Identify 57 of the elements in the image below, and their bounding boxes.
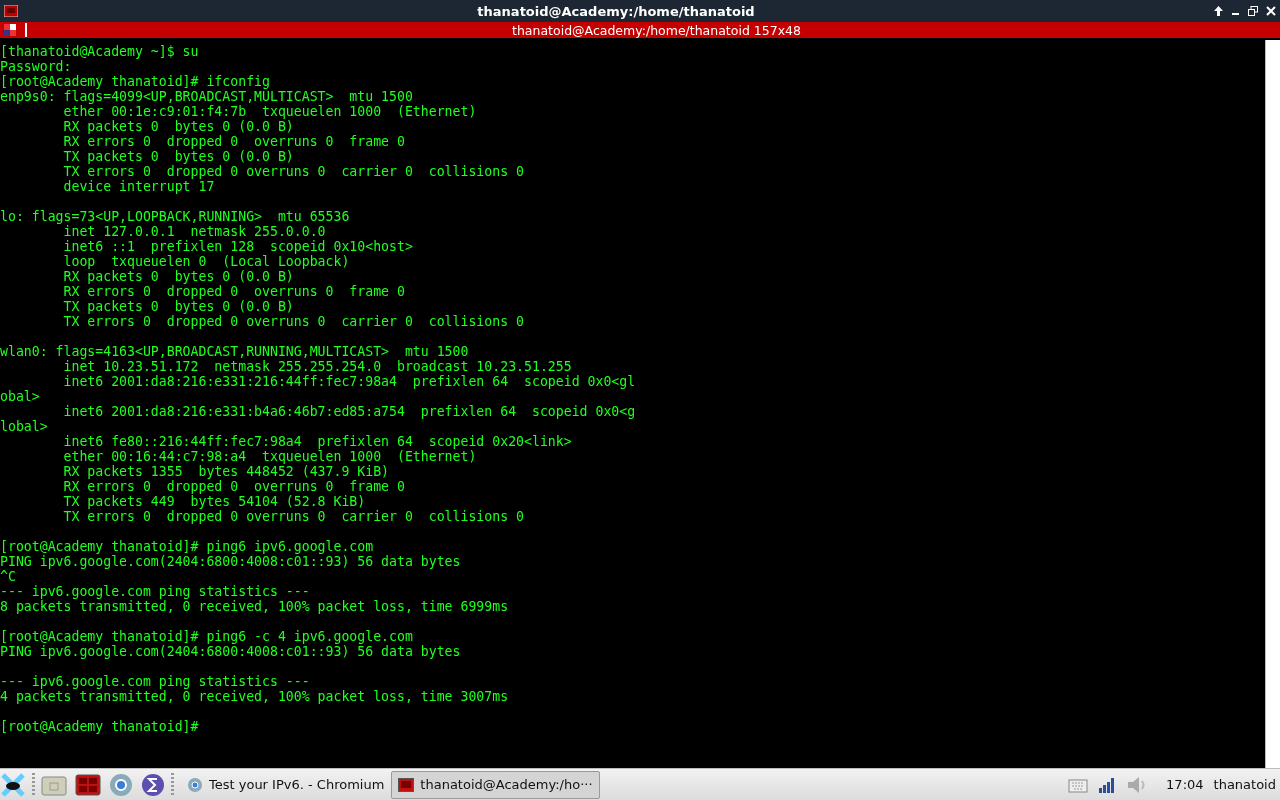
terminal-line: device interrupt 17 (62, 179, 215, 194)
terminal-line: TX packets 0 bytes 0 (0.0 B) (62, 149, 294, 164)
terminal-line: RX errors 0 dropped 0 overruns 0 frame 0 (62, 479, 405, 494)
scrollbar[interactable] (1265, 40, 1280, 770)
terminal-line: inet6 fe80::216:44ff:fec7:98a4 prefixlen 64 scopeid 0x20<link> (62, 434, 572, 449)
terminal-line: --- ipv6.google.com ping statistics --- (0, 584, 310, 599)
terminal-line: RX packets 1355 bytes 448452 (437.9 KiB) (62, 464, 390, 479)
terminal-line: TX packets 449 bytes 54104 (52.8 KiB) (62, 494, 366, 509)
terminal-line: TX errors 0 dropped 0 overruns 0 carrier 0 collisions 0 (62, 314, 524, 329)
terminal-line: RX errors 0 dropped 0 overruns 0 frame 0 (62, 284, 405, 299)
keep-above-icon[interactable] (1214, 6, 1223, 16)
terminal-line: 4 packets transmitted, 0 received, 100% packet loss, time 3007ms (0, 689, 509, 704)
terminal-line: PING ipv6.google.com(2404:6800:4008:c01::93) 56 data bytes (0, 554, 461, 569)
terminal-line: ^C (0, 569, 16, 584)
terminal-line: wlan0: flags=4163<UP,BROADCAST,RUNNING,MULTICAST> mtu 1500 (0, 344, 469, 359)
terminal-line: [thanatoid@Academy ~]$ su (0, 44, 199, 59)
terminal-line: [root@Academy thanatoid]# ifconfig (0, 74, 270, 89)
terminal-line: RX errors 0 dropped 0 overruns 0 frame 0 (62, 134, 405, 149)
terminal-line: ether 00:16:44:c7:98:a4 txqueuelen 1000 (Ethernet) (62, 449, 477, 464)
terminal-line: TX errors 0 dropped 0 overruns 0 carrier 0 collisions 0 (62, 509, 524, 524)
terminal-line: TX packets 0 bytes 0 (0.0 B) (62, 299, 294, 314)
close-icon[interactable] (1266, 6, 1276, 16)
tabs-menu-icon[interactable] (3, 23, 17, 37)
taskbar-task[interactable]: Test your IPv6. - Chromium (180, 770, 392, 799)
terminal-line: [root@Academy thanatoid]# ping6 -c 4 ipv6.google.com (0, 629, 413, 644)
terminal-line: RX packets 0 bytes 0 (0.0 B) (62, 269, 294, 284)
terminal-icon[interactable] (75, 773, 101, 796)
terminal-icon (398, 777, 415, 792)
user-name: thanatoid (1213, 777, 1276, 792)
editor-icon[interactable] (141, 772, 165, 797)
menu-icon[interactable] (0, 771, 26, 798)
browser-icon (187, 776, 203, 793)
terminal-line: inet6 ::1 prefixlen 128 scopeid 0x10<host> (62, 239, 413, 254)
terminal-line: obal> (0, 389, 40, 404)
taskbar-task[interactable]: thanatoid@Academy:/ho··· (391, 770, 600, 799)
signal-icon[interactable] (1098, 776, 1117, 793)
terminal-line: lobal> (0, 419, 48, 434)
terminal-line: inet 10.23.51.172 netmask 255.255.254.0 broadcast 10.23.51.255 (62, 359, 572, 374)
maximize-icon[interactable] (1248, 6, 1258, 16)
terminal-line: enp9s0: flags=4099<UP,BROADCAST,MULTICAST> mtu 1500 (0, 89, 413, 104)
terminal-line: inet6 2001:da8:216:e331:b4a6:46b7:ed85:a754 prefixlen 64 scopeid 0x0<g (62, 404, 636, 419)
terminal-line: Password: (0, 59, 72, 74)
terminal-line: --- ipv6.google.com ping statistics --- (0, 674, 310, 689)
terminal-line: RX packets 0 bytes 0 (0.0 B) (62, 119, 294, 134)
terminal-line: TX errors 0 dropped 0 overruns 0 carrier 0 collisions 0 (62, 164, 524, 179)
clock[interactable]: 17:04 (1166, 777, 1204, 792)
terminal-line: inet 127.0.0.1 netmask 255.0.0.0 (62, 224, 326, 239)
terminal-line: [root@Academy thanatoid]# (0, 719, 199, 734)
terminal-line: inet6 2001:da8:216:e331:216:44ff:fec7:98a4 prefixlen 64 scopeid 0x0<gl (62, 374, 636, 389)
window-title: thanatoid@Academy:/home/thanatoid (476, 3, 756, 19)
terminal-line: 8 packets transmitted, 0 received, 100% packet loss, time 6999ms (0, 599, 509, 614)
terminal-line: lo: flags=73<UP,LOOPBACK,RUNNING> mtu 65536 (0, 209, 350, 224)
terminal-line: loop txqueuelen 0 (Local Loopback) (62, 254, 350, 269)
browser-icon[interactable] (109, 772, 133, 797)
terminal-line: ether 00:1e:c9:01:f4:7b txqueuelen 1000 (Ethernet) (62, 104, 477, 119)
terminal-line: PING ipv6.google.com(2404:6800:4008:c01::93) 56 data bytes (0, 644, 461, 659)
terminal-line: [root@Academy thanatoid]# ping6 ipv6.google.com (0, 539, 374, 554)
